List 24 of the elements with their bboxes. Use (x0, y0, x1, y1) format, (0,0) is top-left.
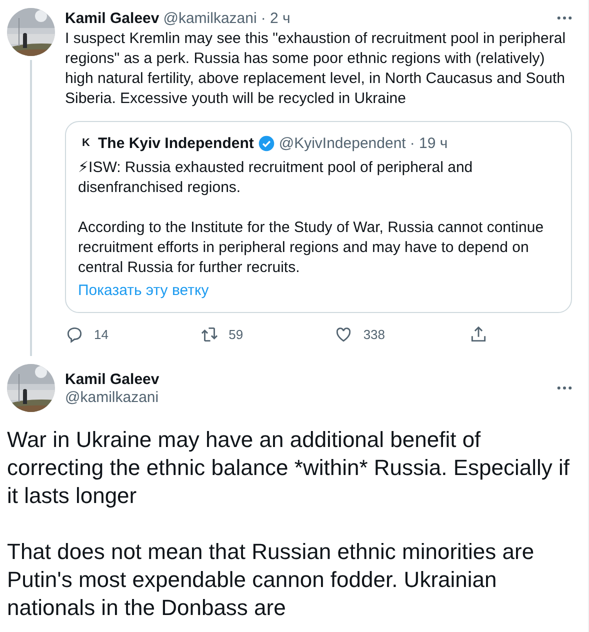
quoted-author-name: The Kyiv Independent (98, 134, 254, 152)
tweet-text: War in Ukraine may have an additional benefit of correcting the ethnic balance *within* Russia. Especially if it lasts longer (7, 426, 571, 510)
quoted-tweet-text: According to the Institute for the Study of War, Russia cannot continue recruitment efforts in peripheral regions and may have to depend on central Russia for further recruits. (78, 218, 545, 278)
heart-icon[interactable] (334, 325, 354, 344)
action-count: 59 (228, 327, 244, 342)
quoted-author-handle: @KyivIndependent (278, 134, 406, 152)
author-name[interactable]: Kamil Galeev (65, 370, 160, 388)
more-icon[interactable] (557, 16, 572, 20)
action-count: 338 (363, 327, 386, 342)
quoted-tweet-text: ⚡ISW: Russia exhausted recruitment pool of peripheral and disenfranchised regions. (78, 158, 474, 198)
author-handle[interactable]: @kamilkazani (163, 10, 257, 26)
timestamp[interactable]: · 2 ч (260, 10, 290, 26)
action-count: 14 (94, 327, 108, 342)
quoted-timestamp: · 19 ч (410, 134, 448, 152)
author-handle[interactable]: @kamilkazani (65, 388, 160, 406)
quoted-tweet-card[interactable] (65, 121, 572, 313)
account-logo: K (81, 137, 91, 149)
tweet-text: I suspect Kremlin may see this "exhaustion of recruitment pool in peripheral regions" as a perk. Russia has some poor ethnic regions with (relatively) high natural fertility, above replacement level, in North Caucasus and South Siberia. Excessive youth will be recycled in Ukraine (65, 29, 567, 109)
retweet-icon[interactable] (200, 325, 219, 344)
author-name[interactable]: Kamil Galeev (65, 10, 160, 26)
tweet-text: That does not mean that Russian ethnic minorities are Putin's most expendable cannon fodder. Ukrainian nationals in the Donbass are (7, 538, 536, 622)
reply-icon[interactable] (65, 325, 84, 344)
share-icon[interactable] (468, 325, 488, 344)
more-icon[interactable] (557, 386, 572, 390)
